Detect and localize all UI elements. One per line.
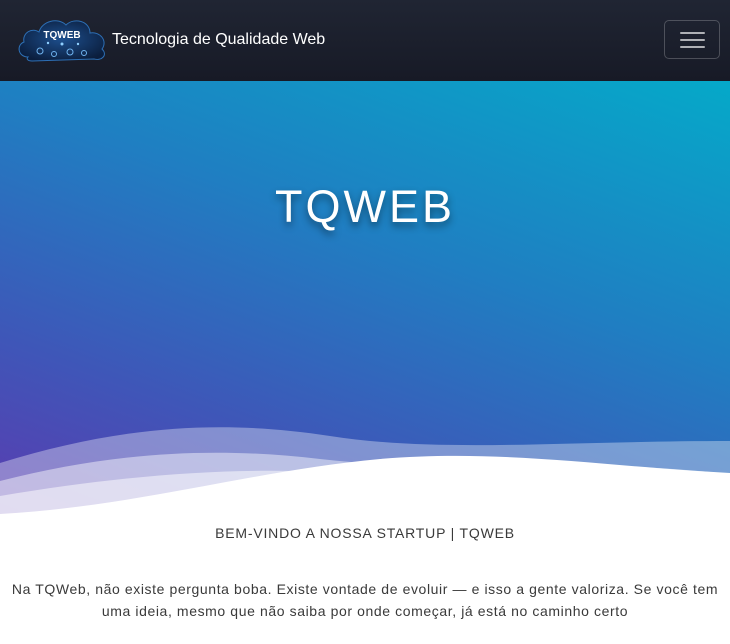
- brand-name[interactable]: Tecnologia de Qualidade Web: [112, 30, 325, 50]
- menu-toggle-button[interactable]: [664, 20, 720, 59]
- logo-text: TQWEB: [43, 30, 80, 41]
- navbar: TQWEB Tecnologia de Qualidade Web: [0, 0, 730, 81]
- hero-waves-decoration: [0, 427, 730, 514]
- intro-paragraph: Na TQWeb, não existe pergunta boba. Exis…: [11, 581, 719, 619]
- brand-logo[interactable]: TQWEB: [14, 13, 110, 63]
- section-subtitle: BEM-VINDO A NOSSA STARTUP | TQWEB: [215, 525, 515, 541]
- hero-banner: TQWEB: [0, 81, 730, 514]
